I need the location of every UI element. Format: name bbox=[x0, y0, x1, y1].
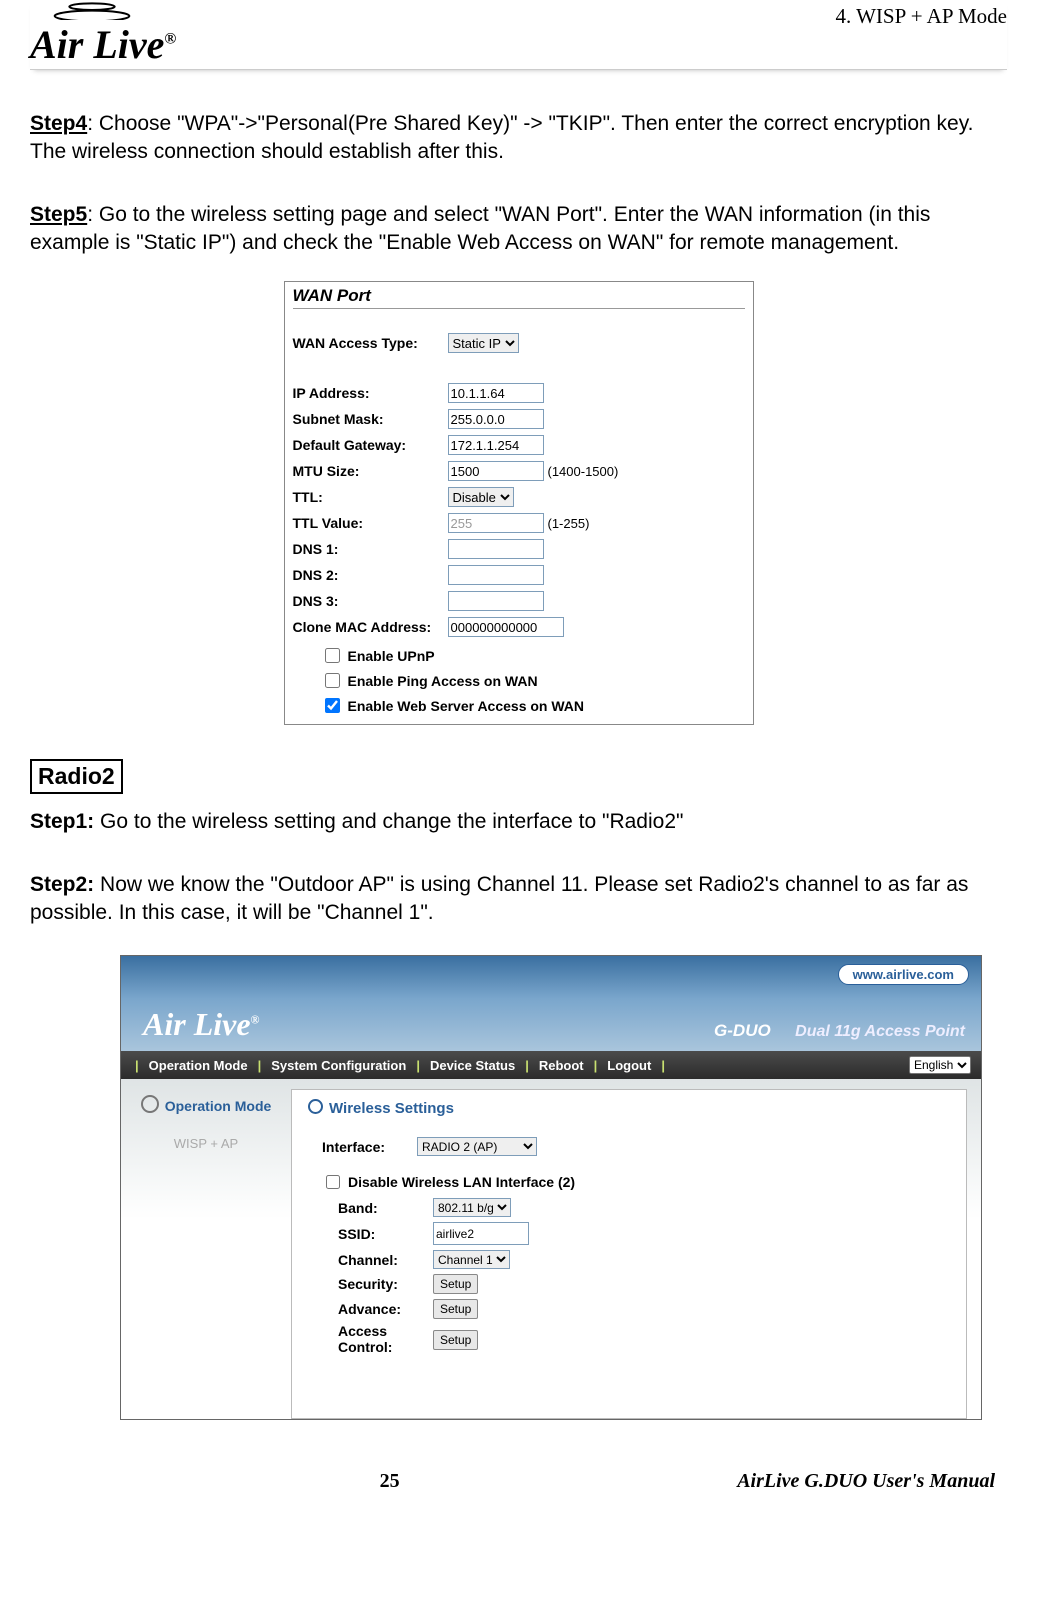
url-badge[interactable]: www.airlive.com bbox=[838, 964, 969, 985]
ttlv-label: TTL Value: bbox=[293, 515, 448, 531]
radio2-heading: Radio2 bbox=[30, 759, 123, 794]
language-select[interactable]: English bbox=[909, 1056, 971, 1074]
ttl-label: TTL: bbox=[293, 489, 448, 505]
step5-label: Step5 bbox=[30, 203, 87, 226]
security-setup-button[interactable]: Setup bbox=[433, 1274, 478, 1294]
webaccess-checkbox[interactable] bbox=[325, 698, 340, 713]
ssid-label: SSID: bbox=[338, 1226, 433, 1242]
interface-label: Interface: bbox=[322, 1139, 417, 1155]
ip-input[interactable] bbox=[448, 383, 544, 403]
channel-select[interactable]: Channel 1 bbox=[433, 1250, 510, 1269]
radio2-step1-label: Step1: bbox=[30, 810, 94, 833]
step5-text: : Go to the wireless setting page and se… bbox=[30, 203, 930, 254]
mtu-label: MTU Size: bbox=[293, 463, 448, 479]
gear-icon bbox=[141, 1095, 159, 1113]
gw-input[interactable] bbox=[448, 435, 544, 455]
logo-text: Air Live bbox=[30, 22, 164, 67]
access-setup-button[interactable]: Setup bbox=[433, 1330, 478, 1350]
step5-paragraph: Step5: Go to the wireless setting page a… bbox=[30, 201, 1007, 258]
mask-input[interactable] bbox=[448, 409, 544, 429]
mtu-input[interactable] bbox=[448, 461, 544, 481]
sidebar-operation-mode[interactable]: Operation Mode bbox=[121, 1093, 291, 1114]
sidebar-mode-label: WISP + AP bbox=[121, 1136, 291, 1151]
menu-operation-mode[interactable]: Operation Mode bbox=[143, 1058, 254, 1073]
wan-title: WAN Port bbox=[293, 286, 745, 306]
ping-checkbox[interactable] bbox=[325, 673, 340, 688]
brand-logo: Air Live® bbox=[30, 0, 176, 65]
clone-label: Clone MAC Address: bbox=[293, 619, 448, 635]
mask-label: Subnet Mask: bbox=[293, 411, 448, 427]
access-control-label: Access Control: bbox=[338, 1324, 433, 1355]
radio2-step1-text: Go to the wireless setting and change th… bbox=[94, 810, 683, 833]
ttlv-input[interactable] bbox=[448, 513, 544, 533]
security-label: Security: bbox=[338, 1276, 433, 1292]
step4-text: : Choose "WPA"->"Personal(Pre Shared Key… bbox=[30, 112, 973, 163]
dns2-label: DNS 2: bbox=[293, 567, 448, 583]
dns2-input[interactable] bbox=[448, 565, 544, 585]
wireless-settings-title: Wireless Settings bbox=[308, 1098, 950, 1117]
radio2-step1-paragraph: Step1: Go to the wireless setting and ch… bbox=[30, 808, 1007, 836]
gw-label: Default Gateway: bbox=[293, 437, 448, 453]
ring-icon bbox=[308, 1099, 323, 1114]
admin-header: Air Live® www.airlive.com G-DUO Dual 11g… bbox=[121, 956, 981, 1051]
product-model: G-DUO bbox=[714, 1021, 771, 1040]
band-label: Band: bbox=[338, 1200, 433, 1216]
menu-system-config[interactable]: System Configuration bbox=[265, 1058, 412, 1073]
ttlv-range: (1-255) bbox=[548, 516, 590, 531]
dns3-label: DNS 3: bbox=[293, 593, 448, 609]
admin-menubar: |Operation Mode |System Configuration |D… bbox=[121, 1051, 981, 1079]
wan-port-panel: WAN Port WAN Access Type: Static IP IP A… bbox=[284, 281, 754, 725]
ip-label: IP Address: bbox=[293, 385, 448, 401]
clone-input[interactable] bbox=[448, 617, 564, 637]
menu-device-status[interactable]: Device Status bbox=[424, 1058, 521, 1073]
dns1-input[interactable] bbox=[448, 539, 544, 559]
ssid-input[interactable] bbox=[433, 1222, 529, 1245]
disable-wlan-label: Disable Wireless LAN Interface (2) bbox=[348, 1174, 575, 1190]
wan-divider bbox=[293, 308, 745, 309]
interface-select[interactable]: RADIO 2 (AP) bbox=[417, 1137, 537, 1156]
dns3-input[interactable] bbox=[448, 591, 544, 611]
disable-wlan-checkbox[interactable] bbox=[326, 1175, 340, 1189]
menu-reboot[interactable]: Reboot bbox=[533, 1058, 590, 1073]
ping-label: Enable Ping Access on WAN bbox=[348, 673, 538, 689]
advance-label: Advance: bbox=[338, 1301, 433, 1317]
chapter-title: 4. WISP + AP Mode bbox=[835, 0, 1007, 29]
step4-label: Step4 bbox=[30, 112, 87, 135]
manual-title: AirLive G.DUO User's Manual bbox=[737, 1470, 995, 1493]
admin-logo: Air Live® bbox=[143, 1006, 260, 1043]
webaccess-label: Enable Web Server Access on WAN bbox=[348, 698, 585, 714]
admin-content: Wireless Settings Interface: RADIO 2 (AP… bbox=[291, 1089, 967, 1419]
radio2-step2-paragraph: Step2: Now we know the "Outdoor AP" is u… bbox=[30, 871, 1007, 928]
band-select[interactable]: 802.11 b/g bbox=[433, 1198, 511, 1217]
radio2-step2-label: Step2: bbox=[30, 873, 94, 896]
advance-setup-button[interactable]: Setup bbox=[433, 1299, 478, 1319]
channel-label: Channel: bbox=[338, 1252, 433, 1268]
admin-sidebar: Operation Mode WISP + AP bbox=[121, 1079, 291, 1419]
product-desc: Dual 11g Access Point bbox=[795, 1023, 965, 1040]
upnp-label: Enable UPnP bbox=[348, 648, 435, 664]
upnp-checkbox[interactable] bbox=[325, 648, 340, 663]
mtu-range: (1400-1500) bbox=[548, 464, 619, 479]
ttl-select[interactable]: Disable bbox=[448, 487, 514, 507]
product-line: G-DUO Dual 11g Access Point bbox=[714, 1021, 965, 1041]
logo-swoosh-icon bbox=[52, 0, 132, 20]
page-footer: 25 AirLive G.DUO User's Manual bbox=[30, 1440, 1007, 1503]
wan-access-label: WAN Access Type: bbox=[293, 335, 448, 351]
radio2-step2-text: Now we know the "Outdoor AP" is using Ch… bbox=[30, 873, 968, 924]
menu-logout[interactable]: Logout bbox=[601, 1058, 657, 1073]
page-number: 25 bbox=[42, 1470, 737, 1493]
logo-registered: ® bbox=[164, 31, 176, 48]
step4-paragraph: Step4: Choose "WPA"->"Personal(Pre Share… bbox=[30, 110, 1007, 167]
dns1-label: DNS 1: bbox=[293, 541, 448, 557]
wan-access-select[interactable]: Static IP bbox=[448, 333, 519, 353]
airlive-admin-panel: Air Live® www.airlive.com G-DUO Dual 11g… bbox=[120, 955, 982, 1420]
